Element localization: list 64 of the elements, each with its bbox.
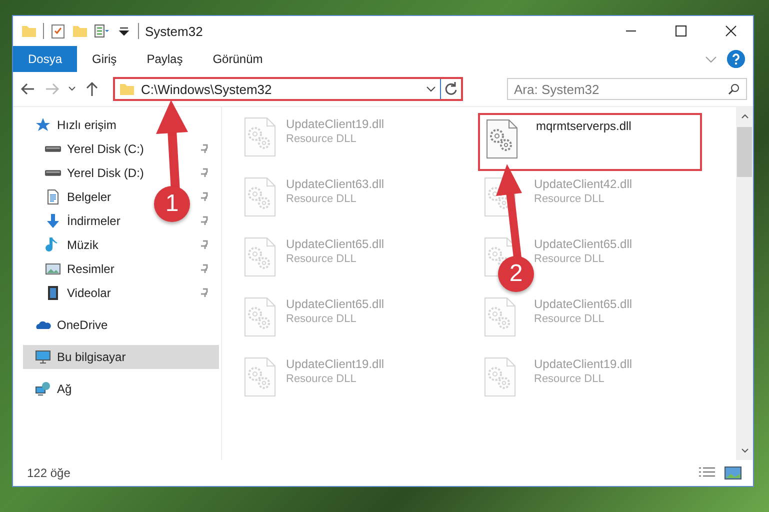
properties-icon[interactable] [94,23,110,39]
thumbnail-view-icon[interactable] [723,466,743,480]
gear-file-icon [484,297,516,337]
pin-icon[interactable] [199,168,209,178]
ribbon-tab[interactable]: Paylaş [132,46,198,72]
address-field[interactable]: C:\Windows\System32 [115,79,441,99]
gear-file-icon [486,119,518,159]
film-icon [45,285,61,301]
file-type: Resource DLL [286,313,358,325]
sidebar-item[interactable]: Belgeler [45,185,112,209]
sidebar-item[interactable]: Yerel Disk (C:) [45,137,144,161]
gear-file-icon [244,117,276,157]
sidebar-item[interactable]: Hızlı erişim [35,113,116,137]
file-type: Resource DLL [534,373,606,385]
network-icon [35,381,51,397]
chevron-icon[interactable] [426,84,436,94]
file-type: Resource DLL [286,133,358,145]
gear-file-icon [244,177,276,217]
picture-icon [45,261,61,277]
gear-file-icon [244,357,276,397]
gear-file-icon [244,237,276,277]
drive-icon [45,146,61,152]
gear-file-icon [244,297,276,337]
sidebar-item[interactable]: OneDrive [35,313,108,337]
sidebar-item[interactable]: Videolar [45,281,111,305]
sidebar-item[interactable]: İndirmeler [45,209,120,233]
monitor-icon [35,349,51,365]
file-type: Resource DLL [534,313,606,325]
ribbon-tab[interactable]: Giriş [77,46,132,72]
pin-icon[interactable] [199,192,209,202]
checklist-icon[interactable] [50,23,66,39]
search-field[interactable]: Ara: System32 [507,78,747,100]
document-icon [45,189,61,205]
sidebar-item[interactable]: Resimler [45,257,114,281]
sidebar-item[interactable]: Ağ [35,377,72,401]
file-type: Resource DLL [286,373,358,385]
drive-icon [45,170,61,176]
star-icon [35,117,51,133]
help-icon[interactable] [727,50,745,68]
search-icon [728,83,740,95]
pin-icon[interactable] [199,144,209,154]
folder-icon [119,81,135,97]
scrollbar[interactable] [736,107,753,460]
sidebar-item[interactable]: Bu bilgisayar [23,345,219,369]
close-icon [725,25,737,37]
pin-icon[interactable] [199,240,209,250]
ribbon-tab[interactable]: Dosya [13,46,78,72]
file-type: Resource DLL [286,193,358,205]
maximize-icon [675,25,687,37]
item-count: 122 öğe [27,466,72,480]
window-title: System32 [145,24,204,38]
file-name[interactable]: mqrmtserverps.dll [536,119,632,133]
file-type: Resource DLL [286,253,358,265]
sidebar-item[interactable]: Yerel Disk (D:) [45,161,144,185]
pin-icon[interactable] [199,288,209,298]
sidebar-item[interactable]: Müzik [45,233,98,257]
file-type: Resource DLL [534,253,606,265]
pin-icon[interactable] [199,264,209,274]
pin-icon[interactable] [199,216,209,226]
down-arrow-icon [45,213,61,229]
scroll-thumb[interactable] [737,127,752,177]
file-type: Resource DLL [534,193,606,205]
gear-file-icon [484,357,516,397]
ribbon-tab[interactable]: Görünüm [198,46,278,72]
